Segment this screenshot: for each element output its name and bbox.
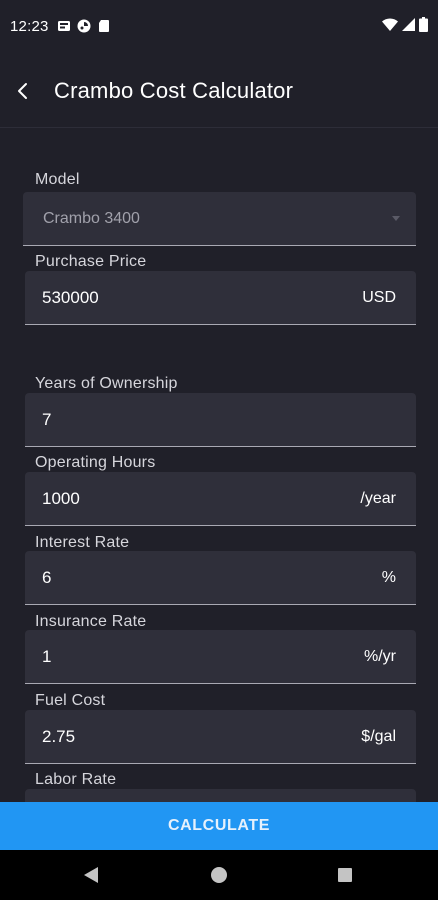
fuel-label: Fuel Cost: [35, 692, 106, 709]
model-label: Model: [35, 171, 80, 188]
insurance-field[interactable]: 1 %/yr: [25, 630, 416, 684]
years-label: Years of Ownership: [35, 375, 178, 392]
purchase-price-suffix: USD: [362, 289, 396, 306]
system-nav-bar: [0, 850, 438, 900]
purchase-price-value: 530000: [42, 288, 99, 307]
hours-value: 1000: [42, 489, 80, 508]
interest-value: 6: [42, 568, 52, 587]
arrow-back-icon: [18, 83, 27, 99]
dropdown-arrow-icon: [392, 216, 400, 221]
status-time: 12:23: [10, 18, 49, 35]
signal-icon: [402, 17, 415, 31]
labor-field[interactable]: [25, 789, 416, 802]
years-value: 7: [42, 410, 52, 429]
insurance-value: 1: [42, 647, 52, 666]
interest-suffix: %: [381, 569, 396, 586]
fuel-field[interactable]: 2.75 $/gal: [25, 710, 416, 764]
interest-field[interactable]: 6 %: [25, 551, 416, 605]
status-bar: 12:23: [0, 0, 438, 54]
nav-home-icon[interactable]: [211, 867, 227, 883]
app-bar: Crambo Cost Calculator: [0, 54, 438, 128]
hours-label: Operating Hours: [35, 454, 156, 471]
battery-icon: [419, 17, 428, 32]
sd-card-icon: [99, 20, 109, 32]
nav-back-icon[interactable]: [84, 867, 99, 883]
hours-suffix: /year: [360, 490, 396, 507]
calculate-label: CALCULATE: [168, 817, 270, 834]
wifi-icon: [382, 17, 398, 31]
cast-icon: [77, 19, 91, 33]
nav-recents-icon[interactable]: [338, 868, 352, 882]
purchase-price-label: Purchase Price: [35, 253, 147, 270]
labor-label: Labor Rate: [35, 771, 117, 788]
status-icons-left: [57, 19, 111, 33]
purchase-price-field[interactable]: 530000 USD: [25, 271, 416, 325]
years-field[interactable]: 7: [25, 393, 416, 447]
insurance-suffix: %/yr: [364, 648, 396, 665]
calculator-form: Model Crambo 3400 Purchase Price 530000 …: [0, 129, 438, 802]
hours-field[interactable]: 1000 /year: [25, 472, 416, 526]
model-value: Crambo 3400: [43, 210, 140, 227]
fuel-suffix: $/gal: [361, 728, 396, 745]
interest-label: Interest Rate: [35, 534, 130, 551]
insurance-label: Insurance Rate: [35, 613, 147, 630]
calculate-button[interactable]: CALCULATE: [0, 802, 438, 850]
model-select[interactable]: Crambo 3400: [23, 192, 416, 246]
fuel-value: 2.75: [42, 727, 76, 746]
sim-card-icon: [58, 21, 70, 31]
status-icons-right: [382, 17, 428, 32]
back-button[interactable]: [8, 76, 38, 106]
page-title: Crambo Cost Calculator: [54, 78, 294, 103]
